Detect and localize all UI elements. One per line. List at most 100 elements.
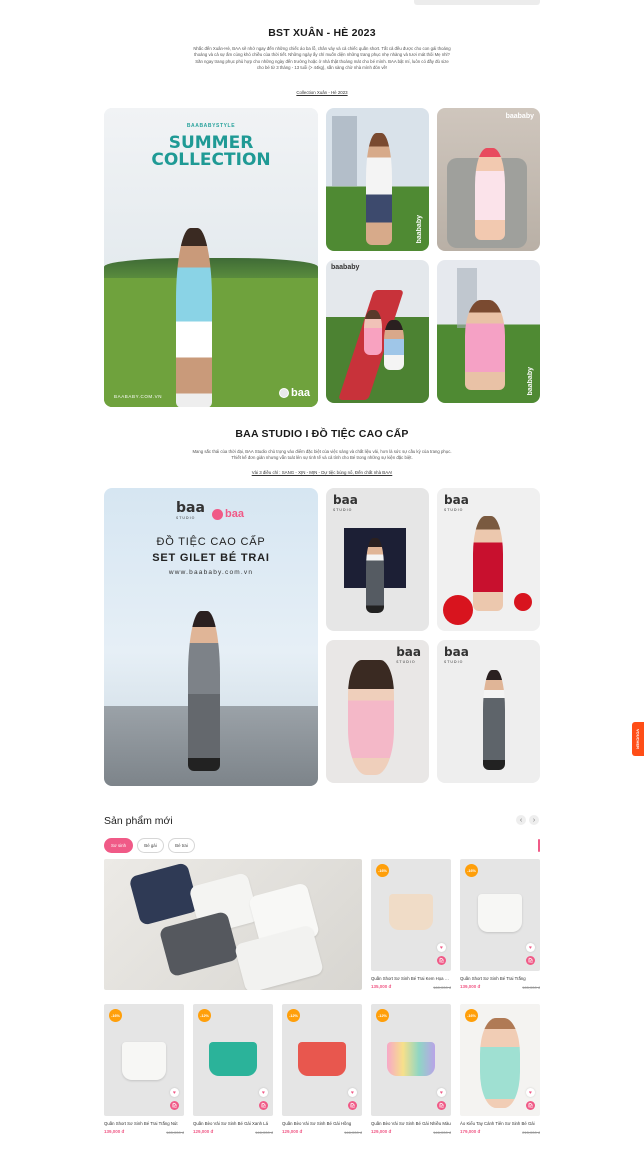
baa-logo-icon bbox=[279, 388, 290, 398]
collection-photo-3[interactable]: baababy bbox=[326, 260, 429, 403]
product-old-price: 215,000 đ bbox=[522, 1130, 540, 1135]
brand-watermark: baababy bbox=[527, 366, 534, 395]
hero-kicker: BAABABYSTYLE bbox=[186, 123, 236, 129]
baa-logo-text: baa bbox=[291, 387, 310, 399]
red-flower bbox=[514, 593, 532, 611]
child-figure bbox=[366, 133, 392, 245]
cart-icon[interactable]: 🛍 bbox=[437, 956, 446, 965]
product-image[interactable]: -12% ♥ 🛍 bbox=[371, 1004, 451, 1116]
boy-figure bbox=[176, 228, 212, 407]
hero-title-line2: COLLECTION bbox=[151, 150, 271, 170]
product-old-price: 160,000 đ bbox=[433, 985, 451, 990]
studio-photo-2[interactable]: baa STUDIO bbox=[437, 488, 540, 631]
collection-description: Nhắc đến Xuân-Hè, BAA sẽ nhớ ngay đến nh… bbox=[193, 46, 451, 71]
heart-icon[interactable]: ♥ bbox=[526, 1088, 535, 1097]
cart-icon[interactable]: 🛍 bbox=[170, 1101, 179, 1110]
collection-photo-1[interactable]: baababy bbox=[326, 108, 429, 251]
product-name[interactable]: Áo Kiểu Tay Cánh Tiên Sơ Sinh Bé Gái bbox=[460, 1121, 540, 1126]
next-arrow-icon[interactable]: › bbox=[529, 815, 539, 825]
collection-photo-2[interactable]: baababy bbox=[437, 108, 540, 251]
discount-badge: -16% bbox=[465, 864, 478, 877]
navy-garment bbox=[128, 862, 200, 926]
scroll-indicator bbox=[538, 839, 540, 852]
cart-icon[interactable]: 🛍 bbox=[437, 1101, 446, 1110]
baa-brand-text: baa bbox=[225, 508, 244, 520]
heart-icon[interactable]: ♥ bbox=[170, 1088, 179, 1097]
discount-badge: -16% bbox=[376, 864, 389, 877]
discount-badge: -12% bbox=[198, 1009, 211, 1022]
product-image[interactable]: -12% ♥ 🛍 bbox=[193, 1004, 273, 1116]
product-image[interactable]: -16% ♥ 🛍 bbox=[104, 1004, 184, 1116]
heart-icon[interactable]: ♥ bbox=[348, 1088, 357, 1097]
product-price: 139,000 đ bbox=[460, 984, 481, 989]
product-name[interactable]: Quần Bèo Vải Sơ Sinh Bé Gái Nhiều Màu bbox=[371, 1121, 451, 1126]
studio-description: Mang sắc thái của thời đại, BAA Studio c… bbox=[192, 449, 452, 461]
product-garment bbox=[389, 894, 433, 930]
voucher-side-tab[interactable]: VOUCHER bbox=[632, 722, 644, 756]
studio-logo: baa STUDIO bbox=[444, 494, 469, 515]
product-image[interactable]: -16% ♥ 🛍 bbox=[371, 859, 451, 971]
tab-so-sinh[interactable]: Sơ sinh bbox=[104, 838, 133, 853]
tab-be-gai[interactable]: Bé gái bbox=[137, 838, 164, 853]
cart-icon[interactable]: 🛍 bbox=[259, 1101, 268, 1110]
girl-figure bbox=[465, 300, 505, 390]
new-products-title: Sản phẩm mới bbox=[104, 815, 173, 827]
product-old-price: 146,000 đ bbox=[433, 1130, 451, 1135]
boy-figure bbox=[384, 320, 404, 370]
product-garment bbox=[122, 1042, 166, 1080]
product-name[interactable]: Quần Short Sơ Sinh Bé Trai Trắng Nút bbox=[104, 1121, 184, 1126]
boy-figure bbox=[188, 611, 220, 771]
product-garment bbox=[209, 1042, 257, 1076]
product-garment bbox=[478, 894, 522, 932]
hero-line2: SET GILET BÉ TRAI bbox=[152, 552, 270, 564]
boy-figure bbox=[483, 670, 505, 770]
product-name[interactable]: Quần Short Sơ Sinh Bé Trai Trắng bbox=[460, 976, 540, 981]
product-image[interactable]: -16% ♥ 🛍 bbox=[460, 1004, 540, 1116]
collection-photo-4[interactable]: baababy bbox=[437, 260, 540, 403]
heart-icon[interactable]: ♥ bbox=[437, 943, 446, 952]
header-search-stub[interactable] bbox=[414, 0, 540, 5]
tab-be-trai[interactable]: Bé trai bbox=[168, 838, 195, 853]
heart-icon[interactable]: ♥ bbox=[437, 1088, 446, 1097]
product-name[interactable]: Quần Bèo Vải Sơ Sinh Bé Gái Hồng bbox=[282, 1121, 362, 1126]
brand-watermark: baababy bbox=[331, 264, 360, 271]
studio-link[interactable]: Vài 3 điều chỉ : SANG - XỊN - MỊN - Dự t… bbox=[0, 470, 644, 475]
girl-figure bbox=[364, 310, 382, 355]
product-garment bbox=[387, 1042, 435, 1076]
product-garment bbox=[298, 1042, 346, 1076]
cart-icon[interactable]: 🛍 bbox=[526, 1101, 535, 1110]
summer-collection-banner[interactable]: BAABABYSTYLE SUMMER COLLECTION BAABABY.C… bbox=[104, 108, 318, 407]
product-old-price: 165,000 đ bbox=[166, 1130, 184, 1135]
studio-logo: baa STUDIO bbox=[396, 646, 421, 667]
studio-title: BAA STUDIO I ĐỒ TIỆC CAO CẤP bbox=[235, 428, 409, 440]
product-old-price: 146,000 đ bbox=[255, 1130, 273, 1135]
heart-icon[interactable]: ♥ bbox=[259, 1088, 268, 1097]
product-name[interactable]: Quần Bèo Vải Sơ Sinh Bé Gái Xanh Lá bbox=[193, 1121, 273, 1126]
product-old-price: 146,000 đ bbox=[344, 1130, 362, 1135]
product-price: 129,000 đ bbox=[282, 1129, 303, 1134]
discount-badge: -12% bbox=[287, 1009, 300, 1022]
studio-photo-4[interactable]: baa STUDIO bbox=[437, 640, 540, 783]
studio-logo: baa STUDIO bbox=[333, 494, 358, 515]
studio-photo-1[interactable]: baa STUDIO bbox=[326, 488, 429, 631]
new-products-banner[interactable] bbox=[104, 859, 362, 990]
boy-figure bbox=[366, 538, 384, 613]
baa-brand-icon bbox=[212, 509, 223, 520]
collection-link[interactable]: Collection Xuân - Hè 2023 bbox=[0, 90, 644, 95]
collection-title: BST XUÂN - HÈ 2023 bbox=[268, 27, 376, 39]
studio-logo: baa STUDIO bbox=[444, 646, 469, 667]
girl-figure bbox=[473, 516, 503, 611]
heart-icon[interactable]: ♥ bbox=[526, 943, 535, 952]
red-flower bbox=[443, 595, 473, 625]
cart-icon[interactable]: 🛍 bbox=[348, 1101, 357, 1110]
brand-watermark: baababy bbox=[416, 214, 423, 243]
product-image[interactable]: -16% ♥ 🛍 bbox=[460, 859, 540, 971]
product-name[interactable]: Quần Short Sơ Sinh Bé Trai Kem Họa Tiết bbox=[371, 976, 451, 981]
grey-garment bbox=[158, 910, 240, 978]
studio-hero-banner[interactable]: baa STUDIO baa ĐỒ TIỆC CAO CẤP SET GILET … bbox=[104, 488, 318, 786]
studio-photo-3[interactable]: baa STUDIO bbox=[326, 640, 429, 783]
girl-figure bbox=[348, 660, 394, 775]
product-image[interactable]: -12% ♥ 🛍 bbox=[282, 1004, 362, 1116]
cart-icon[interactable]: 🛍 bbox=[526, 956, 535, 965]
prev-arrow-icon[interactable]: ‹ bbox=[516, 815, 526, 825]
